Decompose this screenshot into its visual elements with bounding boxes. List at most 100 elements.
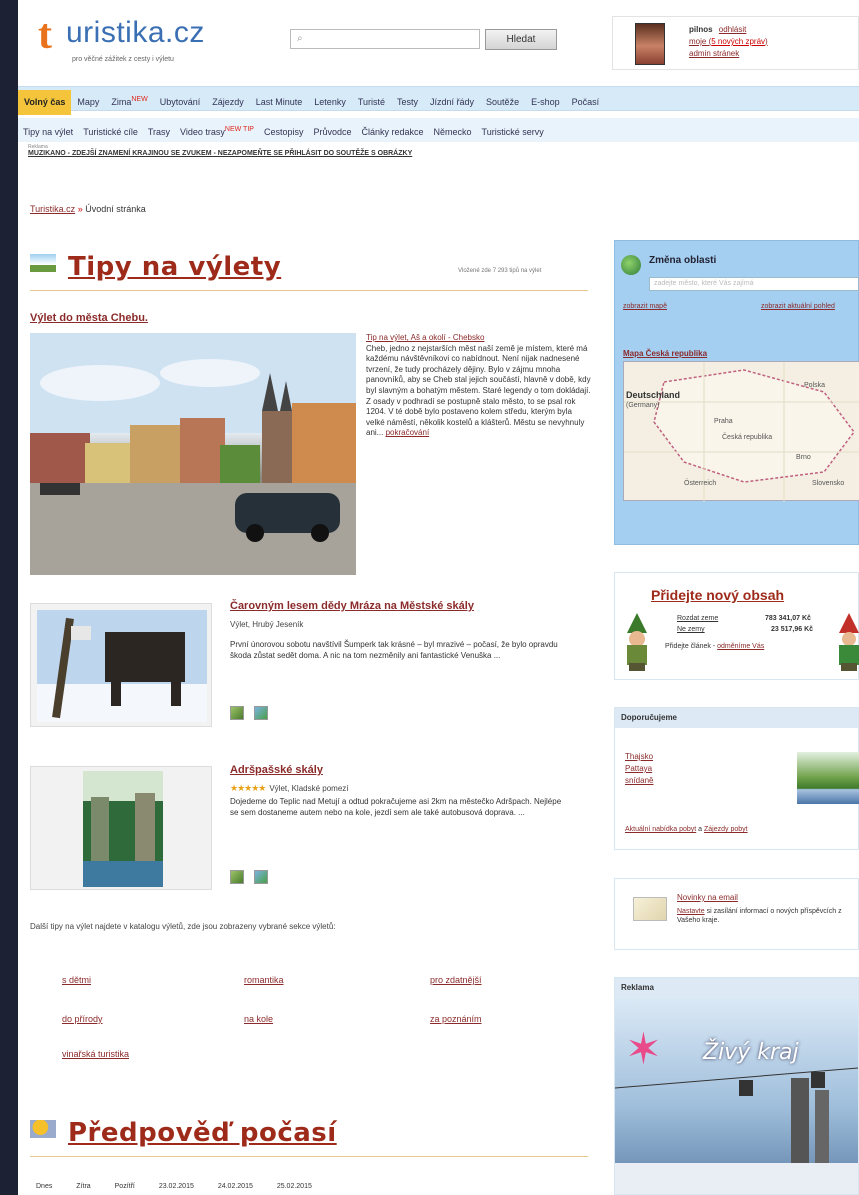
- site-logo[interactable]: t uristika.cz pro věčné zážitek z cesty …: [30, 8, 250, 66]
- ad-box: Reklama ✶ Živý kraj: [614, 977, 859, 1195]
- recommend-footer-sep: a: [696, 826, 705, 833]
- avatar[interactable]: [635, 23, 665, 65]
- category-za-poznanim[interactable]: za poznáním: [430, 1014, 482, 1024]
- nav-letenky[interactable]: Letenky: [308, 90, 352, 115]
- search-button[interactable]: Hledat: [485, 29, 557, 50]
- subnav-tipy[interactable]: Tipy na výlet: [18, 120, 78, 144]
- landscape-icon: [30, 254, 56, 272]
- nav-turiste[interactable]: Turisté: [352, 90, 391, 115]
- breadcrumb: Turistika.cz » Úvodní stránka: [30, 204, 146, 214]
- region-view-link[interactable]: zobrazit aktuální pohled: [761, 303, 835, 310]
- ad-ticker[interactable]: Reklama MUZIKANO - ZDEJŠÍ ZNAMENÍ KRAJIN…: [28, 144, 412, 157]
- photo-icon[interactable]: [230, 706, 244, 720]
- user-panel: pilnos odhlásit moje (5 nových zpráv) ad…: [612, 16, 859, 70]
- messages-link[interactable]: moje (: [689, 37, 711, 46]
- map-icon[interactable]: [254, 870, 268, 884]
- nav-eshop[interactable]: E-shop: [525, 90, 566, 115]
- nav-zajezdy[interactable]: Zájezdy: [206, 90, 250, 115]
- map-icon[interactable]: [254, 706, 268, 720]
- divider: [30, 1156, 588, 1157]
- subnav-servy[interactable]: Turistické servy: [477, 120, 549, 144]
- region-search-input[interactable]: zadejte město, které Vás zajímá: [649, 277, 859, 291]
- weather-col-today: Dnes: [36, 1183, 53, 1190]
- article3-thumbnail[interactable]: [30, 766, 212, 890]
- subnav-video-label: Video trasy: [180, 127, 225, 137]
- nav-ubytovani[interactable]: Ubytování: [154, 90, 207, 115]
- map-label-sk: Slovensko: [812, 480, 845, 487]
- category-do-prirody[interactable]: do přírody: [62, 1014, 103, 1024]
- category-na-kole[interactable]: na kole: [244, 1014, 273, 1024]
- region-title: Změna oblasti: [649, 255, 717, 266]
- article1-more-link[interactable]: pokračování: [386, 428, 430, 437]
- article2-text: První únorovou sobotu navštívil Šumperk …: [230, 640, 558, 660]
- winter-hut-image: [37, 610, 207, 722]
- logo-tagline: pro věčné zážitek z cesty i výletu: [72, 56, 174, 63]
- logo-wordmark: uristika.cz: [66, 16, 205, 49]
- add-row1-label[interactable]: Rozdat zeme: [677, 615, 718, 622]
- search-input[interactable]: ⌕: [290, 29, 480, 49]
- add-reward-link[interactable]: odměníme Vás: [717, 643, 764, 650]
- czech-map[interactable]: Deutschland (Germany) Praha Česká republ…: [623, 361, 859, 502]
- subnav-nemecko[interactable]: Německo: [429, 120, 477, 144]
- add-footer-text: Přidejte článek -: [665, 643, 718, 650]
- subnav-pruvodce[interactable]: Průvodce: [308, 120, 356, 144]
- article3-meta: Výlet, Kladské pomezí: [269, 784, 349, 793]
- category-romantika[interactable]: romantika: [244, 975, 284, 985]
- article2-thumbnail[interactable]: [30, 603, 212, 727]
- gnome-right-icon: [839, 613, 859, 671]
- recommend-image[interactable]: [797, 752, 859, 804]
- recommend-tours-link[interactable]: Zájezdy pobyt: [704, 826, 748, 833]
- subnav-video-trasy[interactable]: Video trasyNEW TIP: [175, 118, 259, 142]
- more-trips-text: Další tipy na výlet najdete v katalogu v…: [30, 922, 336, 931]
- newsletter-setup-link[interactable]: Nastavte: [677, 908, 705, 915]
- new-messages-link[interactable]: 5 nových zpráv: [711, 37, 765, 46]
- region-map-link[interactable]: zobrazit mapě: [623, 303, 667, 310]
- nav-last-minute[interactable]: Last Minute: [250, 90, 309, 115]
- article1-title[interactable]: Výlet do města Chebu.: [30, 312, 148, 324]
- article3-icons: [230, 870, 278, 887]
- ad-banner[interactable]: ✶ Živý kraj: [615, 998, 858, 1194]
- subnav-cestopisy[interactable]: Cestopisy: [259, 120, 309, 144]
- subnav-cile[interactable]: Turistické cíle: [78, 120, 143, 144]
- ad-box-title: Reklama: [615, 978, 858, 998]
- article3-meta-row: ★★★★★ Výlet, Kladské pomezí: [230, 783, 349, 794]
- newsletter-link[interactable]: Novinky na email: [677, 893, 738, 902]
- weather-title-link[interactable]: Předpověď počasí: [68, 1118, 337, 1148]
- breadcrumb-current: Úvodní stránka: [85, 204, 146, 214]
- add-row2-label[interactable]: Ne zemy: [677, 626, 705, 633]
- photo-icon[interactable]: [230, 870, 244, 884]
- nav-volny-cas[interactable]: Volný čas: [18, 90, 72, 115]
- article2-title[interactable]: Čarovným lesem dědy Mráza na Městské ská…: [230, 600, 474, 612]
- chairlift-illustration: [615, 1067, 858, 1194]
- add-content-title[interactable]: Přidejte nový obsah: [651, 587, 784, 603]
- nav-souteze[interactable]: Soutěže: [480, 90, 525, 115]
- category-pro-zdatnejsi[interactable]: pro zdatnější: [430, 975, 482, 985]
- article2-meta: Výlet, Hrubý Jeseník: [230, 620, 304, 629]
- recommend-offer-link[interactable]: Aktuální nabídka pobyt: [625, 826, 696, 833]
- breadcrumb-root[interactable]: Turistika.cz: [30, 204, 75, 214]
- nav-pocasi[interactable]: Počasí: [566, 90, 606, 115]
- logout-link[interactable]: odhlásit: [719, 25, 747, 34]
- nav-testy[interactable]: Testy: [391, 90, 424, 115]
- recommend-link-snidane[interactable]: snídaně: [625, 776, 653, 785]
- recommend-link-thajsko[interactable]: Thajsko: [625, 752, 653, 761]
- map-title-link[interactable]: Mapa Česká republika: [623, 349, 707, 358]
- subnav-clanky[interactable]: Články redakce: [357, 120, 429, 144]
- nav-zima[interactable]: ZimaNEW: [105, 87, 153, 112]
- category-vinarska-turistika[interactable]: vinařská turistika: [62, 1049, 129, 1059]
- header: t uristika.cz pro věčné zážitek z cesty …: [18, 0, 859, 78]
- admin-link[interactable]: admin stránek: [689, 49, 739, 58]
- article1-lead-link[interactable]: Tip na výlet, Aš a okolí - Chebsko: [366, 333, 484, 342]
- trips-title-link[interactable]: Tipy na výlety: [68, 252, 281, 282]
- region-box: Změna oblasti zadejte město, které Vás z…: [614, 240, 859, 545]
- recommend-link-pattaya[interactable]: Pattaya: [625, 764, 652, 773]
- article1-photo[interactable]: [30, 333, 356, 575]
- nav-mapy[interactable]: Mapy: [71, 90, 105, 115]
- category-s-detmi[interactable]: s dětmi: [62, 975, 91, 985]
- section-title-trips: Tipy na výlety: [30, 252, 281, 282]
- recommend-footer: Aktuální nabídka pobyt a Zájezdy pobyt: [625, 826, 748, 833]
- subnav-trasy[interactable]: Trasy: [143, 120, 175, 144]
- article1-body: Cheb, jedno z nejstarších měst naší země…: [366, 343, 591, 438]
- article3-title[interactable]: Adršpašské skály: [230, 764, 323, 776]
- nav-jizdni-rady[interactable]: Jízdní řády: [424, 90, 480, 115]
